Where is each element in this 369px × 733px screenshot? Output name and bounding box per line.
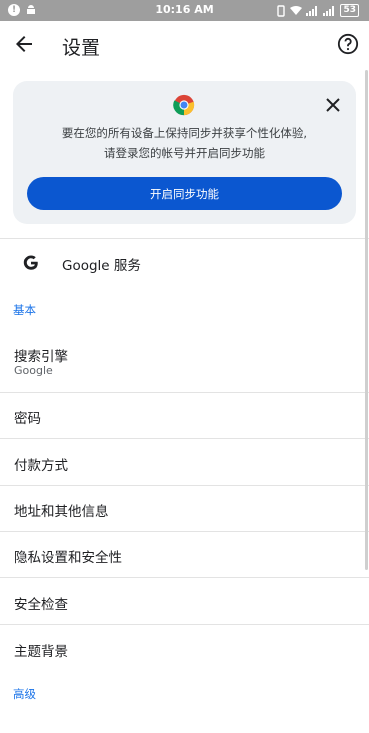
- sync-message-line1: 要在您的所有设备上保持同步并获享个性化体验,: [61, 126, 308, 140]
- settings-item-passwords[interactable]: 密码: [0, 393, 360, 438]
- turn-on-sync-button[interactable]: 开启同步功能: [27, 177, 342, 210]
- item-label: 付款方式: [14, 458, 68, 474]
- section-header-advanced: 高级: [13, 687, 36, 701]
- google-services-label: Google 服务: [62, 258, 141, 274]
- settings-item-theme[interactable]: 主题背景: [0, 625, 360, 671]
- item-label: 密码: [14, 411, 41, 427]
- item-label: 隐私设置和安全性: [14, 550, 122, 566]
- page-title: 设置: [62, 37, 101, 59]
- settings-item-privacy-security[interactable]: 隐私设置和安全性: [0, 532, 360, 577]
- divider: [0, 238, 369, 239]
- scrollbar[interactable]: [365, 70, 368, 570]
- google-g-icon: [23, 255, 38, 270]
- help-icon[interactable]: [337, 33, 359, 55]
- wifi-icon: [290, 5, 303, 15]
- google-services-row[interactable]: Google 服务: [0, 241, 360, 285]
- sync-promo-card: 要在您的所有设备上保持同步并获享个性化体验, 请登录您的帐号并开启同步功能 开启…: [13, 81, 356, 224]
- section-header-basic: 基本: [13, 303, 36, 317]
- settings-item-payment-methods[interactable]: 付款方式: [0, 439, 360, 485]
- close-icon[interactable]: [325, 97, 341, 113]
- item-label: 安全检查: [14, 597, 68, 613]
- battery-level: 53: [340, 4, 359, 17]
- status-bar: ! 10:16 AM 53: [0, 0, 369, 21]
- signal-icon-2: [323, 5, 335, 16]
- settings-item-search-engine[interactable]: 搜索引擎 Google: [0, 332, 360, 390]
- item-label: 搜索引擎: [14, 349, 68, 365]
- app-bar: 设置: [0, 21, 369, 67]
- settings-item-safety-check[interactable]: 安全检查: [0, 578, 360, 624]
- item-sublabel: Google: [14, 364, 53, 377]
- sync-message: 要在您的所有设备上保持同步并获享个性化体验, 请登录您的帐号并开启同步功能: [23, 123, 346, 163]
- vibrate-icon: [277, 4, 286, 17]
- settings-item-addresses[interactable]: 地址和其他信息: [0, 486, 360, 531]
- chrome-logo-icon: [173, 94, 195, 116]
- sync-message-line2: 请登录您的帐号并开启同步功能: [104, 146, 265, 160]
- status-right-icons: 53: [276, 4, 359, 17]
- item-label: 主题背景: [14, 644, 68, 660]
- item-label: 地址和其他信息: [14, 504, 109, 520]
- back-arrow-icon[interactable]: [12, 32, 36, 56]
- signal-icon-1: [306, 5, 318, 16]
